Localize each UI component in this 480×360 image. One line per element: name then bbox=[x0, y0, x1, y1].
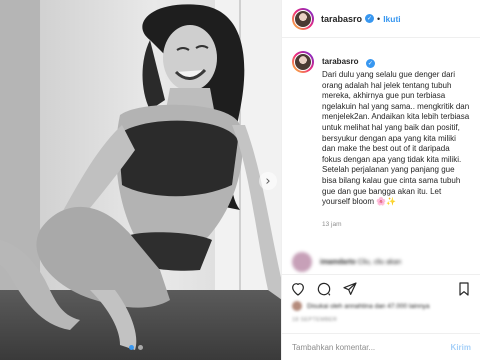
share-icon[interactable] bbox=[342, 281, 358, 297]
caption: tarabasro ✓ Dari dulu yang selalu gue de… bbox=[282, 38, 480, 228]
action-bar bbox=[290, 281, 358, 297]
comment-icon[interactable] bbox=[316, 281, 332, 297]
caption-username[interactable]: tarabasro bbox=[322, 57, 358, 66]
caption-emoji: 🌸✨ bbox=[376, 197, 397, 207]
post-comment-button[interactable]: Kirim bbox=[451, 343, 471, 352]
post-sidebar: tarabasro ✓ • Ikuti tarabasro ✓ Dari dul… bbox=[281, 0, 480, 360]
follow-button[interactable]: Ikuti bbox=[383, 14, 400, 24]
caption-text: Dari dulu yang selalu gue denger dari or… bbox=[322, 70, 470, 207]
carousel-indicator bbox=[129, 345, 143, 350]
heart-icon[interactable] bbox=[290, 281, 306, 297]
likes-avatar bbox=[292, 301, 302, 311]
post-header: tarabasro ✓ • Ikuti bbox=[282, 0, 480, 38]
post-photo bbox=[0, 0, 281, 360]
caption-avatar[interactable] bbox=[292, 51, 314, 73]
comment-form: Kirim bbox=[282, 334, 480, 360]
header-separator: • bbox=[377, 13, 381, 24]
header-username[interactable]: tarabasro bbox=[321, 14, 362, 24]
caption-timestamp: 13 jam bbox=[322, 220, 342, 228]
carousel-dot bbox=[138, 345, 143, 350]
comment-input[interactable] bbox=[292, 342, 451, 352]
bookmark-icon[interactable] bbox=[456, 281, 472, 297]
likes-text: Disukai oleh annahtina dan 47.000 lainny… bbox=[307, 302, 430, 310]
comment-avatar[interactable] bbox=[292, 252, 312, 272]
post-date: 18 SEPTEMBER bbox=[292, 317, 338, 323]
avatar[interactable] bbox=[292, 7, 314, 30]
comment-item: imamdarto Cliu, cliu akan bbox=[292, 252, 401, 272]
divider bbox=[282, 274, 480, 275]
post-image[interactable]: › bbox=[0, 0, 281, 360]
verified-badge-icon: ✓ bbox=[365, 14, 375, 23]
carousel-dot bbox=[129, 345, 134, 350]
chevron-right-icon: › bbox=[265, 173, 271, 189]
next-slide-button[interactable]: › bbox=[259, 172, 277, 190]
verified-badge-icon: ✓ bbox=[365, 59, 375, 68]
likes-summary[interactable]: Disukai oleh annahtina dan 47.000 lainny… bbox=[292, 301, 430, 311]
comment-text: imamdarto Cliu, cliu akan bbox=[320, 258, 402, 266]
